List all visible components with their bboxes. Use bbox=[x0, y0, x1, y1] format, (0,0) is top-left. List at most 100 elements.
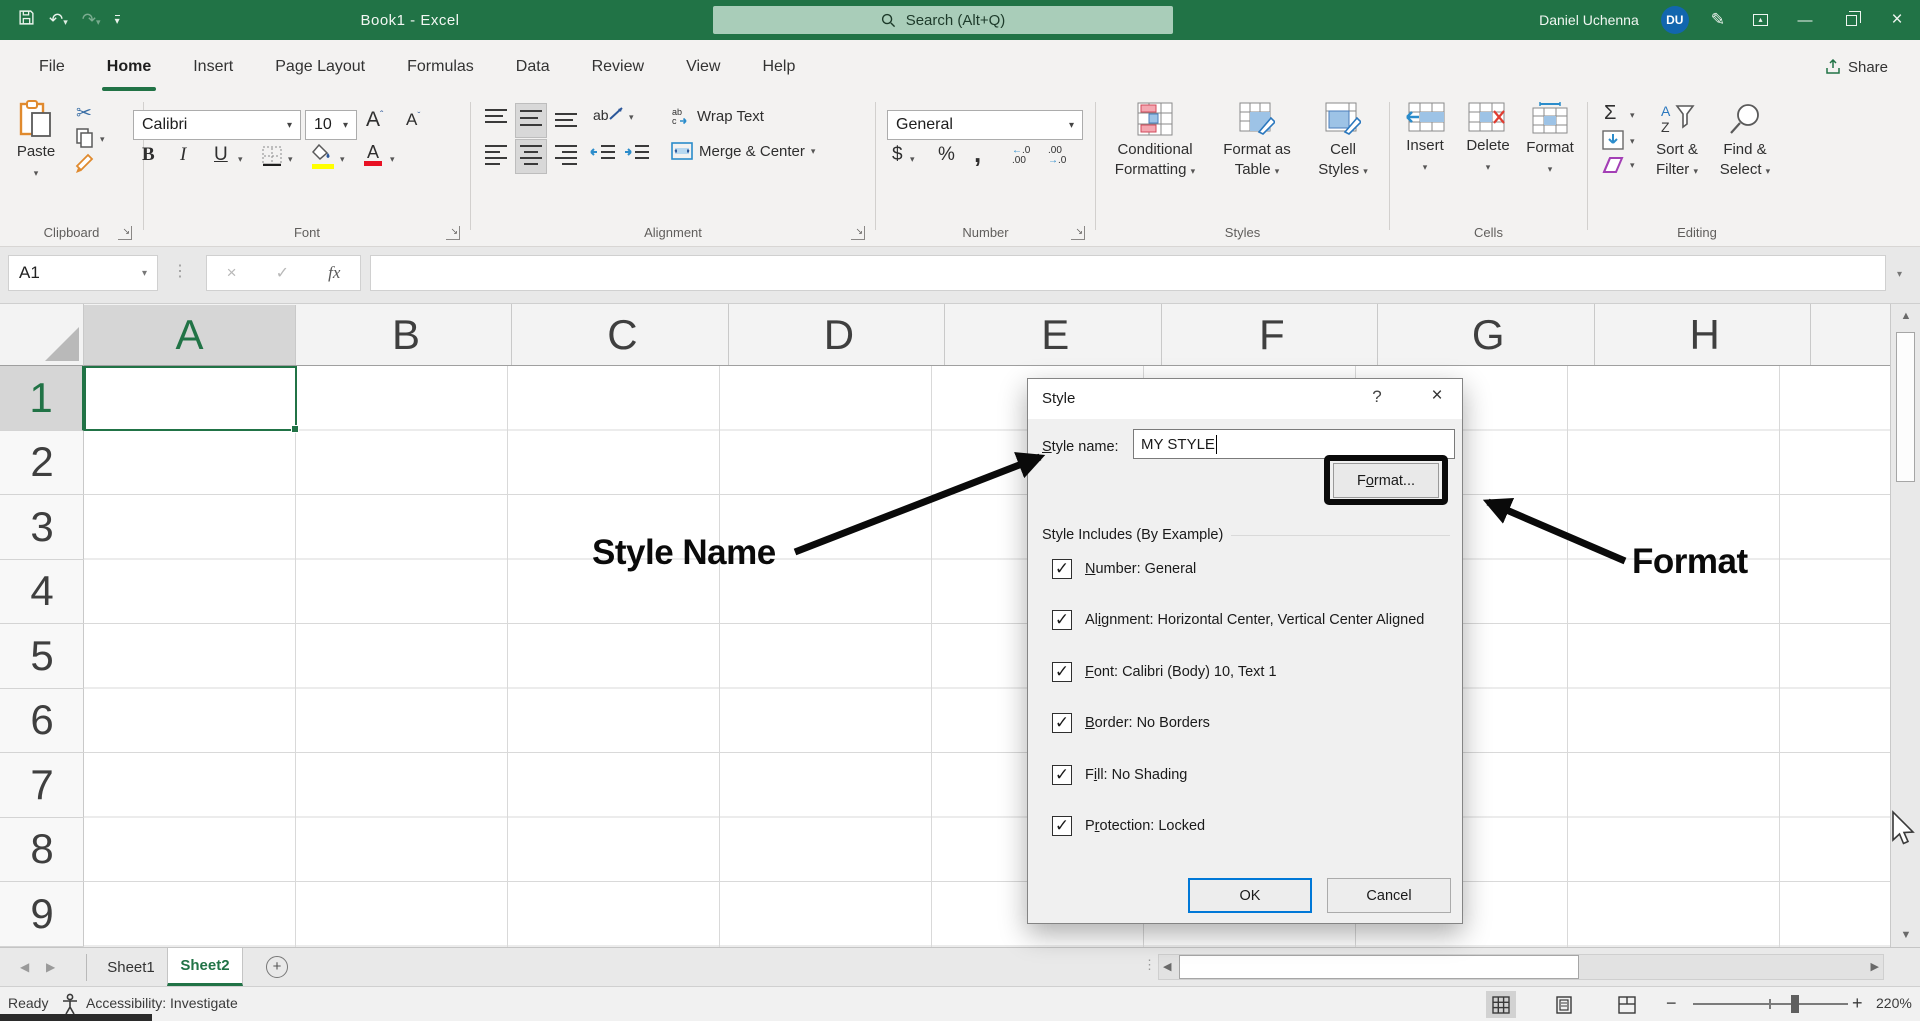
insert-cells-button[interactable]: Insert▾ bbox=[1396, 102, 1454, 177]
scroll-down-icon[interactable]: ▼ bbox=[1891, 929, 1920, 941]
row-header-1[interactable]: 1 bbox=[0, 366, 84, 431]
row-header-2[interactable]: 2 bbox=[0, 431, 84, 496]
tab-page-layout[interactable]: Page Layout bbox=[254, 40, 386, 94]
copy-icon[interactable] bbox=[76, 128, 94, 153]
row-header-4[interactable]: 4 bbox=[0, 560, 84, 625]
enter-entry-icon[interactable]: ✓ bbox=[276, 263, 289, 283]
horizontal-scrollbar-thumb[interactable] bbox=[1179, 955, 1579, 979]
dialog-help-button[interactable]: ? bbox=[1363, 387, 1391, 413]
increase-indent-icon[interactable] bbox=[623, 142, 651, 171]
namebox-resize-handle[interactable]: ⋮ bbox=[172, 261, 189, 281]
cancel-button[interactable]: Cancel bbox=[1327, 878, 1451, 913]
italic-button[interactable]: I bbox=[180, 144, 186, 166]
borders-icon[interactable] bbox=[262, 146, 282, 171]
autosum-icon[interactable]: Σ bbox=[1604, 102, 1616, 125]
comma-style-icon[interactable]: , bbox=[974, 138, 981, 169]
worksheet-grid[interactable] bbox=[84, 366, 1890, 947]
status-accessibility[interactable]: Accessibility: Investigate bbox=[86, 995, 238, 1011]
cut-icon[interactable]: ✂ bbox=[76, 102, 92, 125]
coming-soon-icon[interactable]: ✎ bbox=[1697, 0, 1739, 40]
zoom-out-icon[interactable]: − bbox=[1666, 993, 1677, 1014]
style-dialog-titlebar[interactable]: Style ? × bbox=[1028, 379, 1462, 419]
row-header-7[interactable]: 7 bbox=[0, 753, 84, 818]
font-name-combo[interactable]: Calibri▾ bbox=[133, 110, 301, 140]
insert-function-icon[interactable]: fx bbox=[328, 263, 340, 283]
underline-button[interactable]: U bbox=[214, 144, 228, 166]
new-sheet-button[interactable]: + bbox=[266, 956, 288, 978]
checkbox-fill[interactable]: ✓ Fill: No Shading bbox=[1052, 765, 1187, 785]
row-header-3[interactable]: 3 bbox=[0, 495, 84, 560]
align-bottom-icon[interactable] bbox=[553, 106, 579, 135]
number-format-combo[interactable]: General▾ bbox=[887, 110, 1083, 140]
cancel-entry-icon[interactable]: × bbox=[227, 263, 237, 283]
sheet-tab-sheet1[interactable]: Sheet1 bbox=[95, 948, 167, 986]
format-as-table-button[interactable]: Format as Table ▾ bbox=[1214, 102, 1300, 181]
row-header-8[interactable]: 8 bbox=[0, 818, 84, 883]
tab-scroll-handle[interactable]: ⋮ bbox=[1143, 957, 1156, 973]
tab-view[interactable]: View bbox=[665, 40, 741, 94]
ok-button[interactable]: OK bbox=[1188, 878, 1312, 913]
tab-file[interactable]: File bbox=[18, 40, 86, 94]
avatar[interactable]: DU bbox=[1661, 6, 1689, 34]
clipboard-dialog-launcher-icon[interactable]: ↘ bbox=[118, 226, 132, 240]
share-button[interactable]: Share bbox=[1825, 52, 1888, 82]
redo-icon[interactable]: ↷▾ bbox=[82, 10, 101, 30]
cell-styles-button[interactable]: Cell Styles ▾ bbox=[1304, 102, 1382, 181]
sort-filter-button[interactable]: AZ Sort & Filter ▾ bbox=[1646, 102, 1708, 181]
checkbox-alignment[interactable]: ✓ Alignment: Horizontal Center, Vertical… bbox=[1052, 610, 1424, 630]
active-cell-a1[interactable] bbox=[84, 366, 297, 431]
vertical-scrollbar[interactable]: ▲ ▼ bbox=[1890, 304, 1920, 947]
dialog-close-button[interactable]: × bbox=[1420, 385, 1454, 413]
checkbox-number[interactable]: ✓ Number: General bbox=[1052, 559, 1196, 579]
select-all-corner[interactable] bbox=[0, 304, 84, 366]
decrease-decimal-icon[interactable]: .00→.0 bbox=[1048, 146, 1066, 166]
column-header-g[interactable]: G bbox=[1383, 304, 1595, 366]
percent-style-icon[interactable]: % bbox=[938, 144, 955, 166]
zoom-in-icon[interactable]: + bbox=[1852, 993, 1863, 1014]
conditional-formatting-button[interactable]: Conditional Formatting ▾ bbox=[1100, 102, 1210, 181]
column-header-b[interactable]: B bbox=[300, 304, 512, 366]
number-dialog-launcher-icon[interactable]: ↘ bbox=[1071, 226, 1085, 240]
tab-home[interactable]: Home bbox=[86, 40, 172, 94]
font-color-icon[interactable]: A bbox=[364, 142, 382, 166]
align-center-icon[interactable] bbox=[516, 140, 546, 173]
minimize-button[interactable]: — bbox=[1782, 0, 1828, 40]
horizontal-scrollbar[interactable]: ◀ ▶ bbox=[1158, 954, 1884, 980]
column-header-i[interactable]: I bbox=[1816, 304, 1890, 366]
wrap-text-button[interactable]: abc Wrap Text bbox=[671, 106, 764, 126]
font-dialog-launcher-icon[interactable]: ↘ bbox=[446, 226, 460, 240]
column-header-a[interactable]: A bbox=[84, 305, 296, 366]
row-header-6[interactable]: 6 bbox=[0, 689, 84, 754]
align-middle-icon[interactable] bbox=[516, 104, 546, 137]
checkbox-border[interactable]: ✓ Border: No Borders bbox=[1052, 713, 1210, 733]
fill-color-icon[interactable] bbox=[312, 144, 334, 169]
find-select-button[interactable]: Find & Select ▾ bbox=[1714, 102, 1776, 181]
tab-formulas[interactable]: Formulas bbox=[386, 40, 495, 94]
tab-data[interactable]: Data bbox=[495, 40, 571, 94]
page-break-preview-button[interactable] bbox=[1612, 991, 1642, 1018]
customize-qat-icon[interactable]: ▾ bbox=[115, 15, 120, 26]
user-name[interactable]: Daniel Uchenna bbox=[1525, 0, 1653, 40]
decrease-font-icon[interactable]: Aˇ bbox=[406, 110, 420, 130]
tab-help[interactable]: Help bbox=[741, 40, 816, 94]
column-header-e[interactable]: E bbox=[950, 304, 1162, 366]
delete-cells-button[interactable]: Delete▾ bbox=[1458, 102, 1518, 177]
zoom-level[interactable]: 220% bbox=[1876, 995, 1912, 1011]
formula-input[interactable] bbox=[370, 255, 1886, 291]
font-size-combo[interactable]: 10▾ bbox=[305, 110, 357, 140]
normal-view-button[interactable] bbox=[1486, 991, 1516, 1018]
format-cells-button[interactable]: Format▾ bbox=[1520, 102, 1580, 179]
scroll-right-icon[interactable]: ▶ bbox=[1871, 960, 1879, 973]
undo-icon[interactable]: ↶▾ bbox=[49, 10, 68, 30]
scroll-up-icon[interactable]: ▲ bbox=[1891, 310, 1920, 322]
checkbox-font[interactable]: ✓ Font: Calibri (Body) 10, Text 1 bbox=[1052, 662, 1277, 682]
page-layout-view-button[interactable] bbox=[1549, 991, 1579, 1018]
clear-icon[interactable] bbox=[1602, 156, 1624, 179]
bold-button[interactable]: B bbox=[142, 144, 155, 166]
restore-button[interactable] bbox=[1828, 0, 1874, 40]
align-top-icon[interactable] bbox=[483, 106, 509, 135]
vertical-scrollbar-thumb[interactable] bbox=[1896, 332, 1915, 482]
align-left-icon[interactable] bbox=[483, 142, 509, 171]
ribbon-display-options-icon[interactable]: ▴ bbox=[1739, 0, 1782, 40]
increase-decimal-icon[interactable]: ←.0.00 bbox=[1012, 146, 1030, 166]
